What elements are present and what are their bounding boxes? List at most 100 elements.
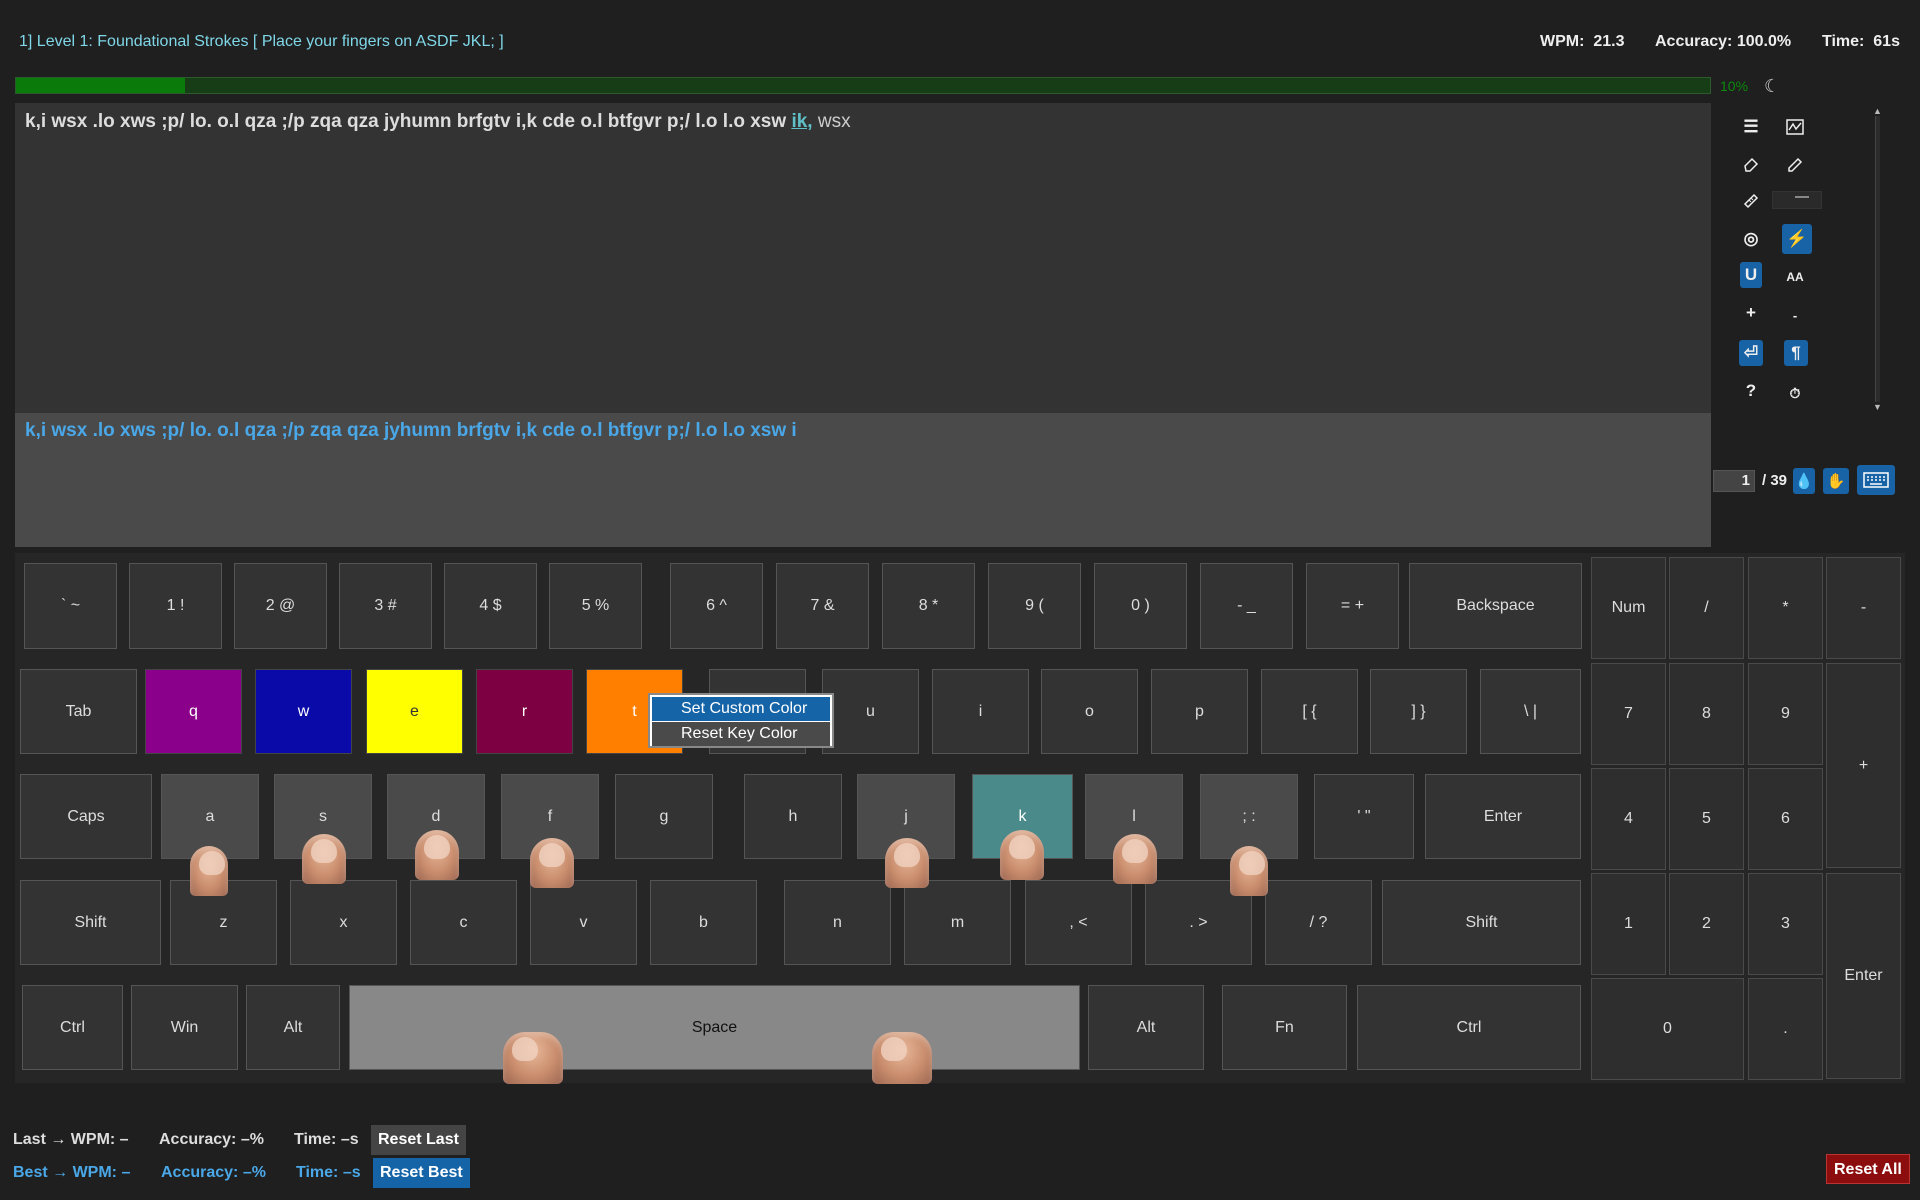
key-ctrl[interactable]: Ctrl — [1357, 985, 1581, 1070]
reset-last-button[interactable]: Reset Last — [371, 1125, 466, 1155]
key-q[interactable]: q — [145, 669, 242, 754]
numpad-key-sym[interactable]: . — [1748, 978, 1823, 1080]
key-b[interactable]: b — [650, 880, 757, 965]
key-p[interactable]: p — [1151, 669, 1248, 754]
key-m[interactable]: m — [904, 880, 1011, 965]
typing-input-panel[interactable]: k,i wsx .lo xws ;p/ lo. o.l qza ;/p zqa … — [15, 413, 1711, 547]
progress-fill — [16, 78, 186, 93]
numpad-key-8[interactable]: 8 — [1669, 663, 1744, 765]
return-icon[interactable]: ⏎ — [1739, 340, 1763, 366]
numpad-key-4[interactable]: 4 — [1591, 768, 1666, 870]
key-sym[interactable]: = + — [1306, 563, 1399, 649]
key-c[interactable]: c — [410, 880, 517, 965]
key-shift[interactable]: Shift — [1382, 880, 1581, 965]
key-sym[interactable]: - _ — [1200, 563, 1293, 649]
underline-toggle[interactable]: U — [1740, 262, 1762, 288]
left-thumb-icon — [503, 1032, 563, 1084]
toolbar-scrollbar[interactable]: ▲ ▼ — [1871, 106, 1883, 412]
numpad-key-7[interactable]: 7 — [1591, 663, 1666, 765]
zoom-out-button[interactable]: - — [1782, 302, 1808, 328]
scroll-down-arrow[interactable]: ▼ — [1873, 402, 1882, 412]
key-o[interactable]: o — [1041, 669, 1138, 754]
key-sym[interactable]: \ | — [1480, 669, 1581, 754]
key-sym[interactable]: / ? — [1265, 880, 1372, 965]
theme-moon-icon[interactable]: ☾ — [1764, 76, 1780, 97]
key-i[interactable]: i — [932, 669, 1029, 754]
numpad-key-3[interactable]: 3 — [1748, 873, 1823, 975]
key-3[interactable]: 3 # — [339, 563, 432, 649]
reset-key-color-item[interactable]: Reset Key Color — [652, 722, 830, 746]
key-4[interactable]: 4 $ — [444, 563, 537, 649]
key-0[interactable]: 0 ) — [1094, 563, 1187, 649]
pilcrow-icon[interactable]: ¶ — [1784, 340, 1808, 366]
numpad-key-2[interactable]: 2 — [1669, 873, 1744, 975]
help-button[interactable]: ? — [1738, 378, 1764, 404]
key-space[interactable]: Space — [349, 985, 1080, 1070]
shuffle-icon[interactable] — [1782, 114, 1808, 140]
key-sym[interactable]: ` ~ — [24, 563, 117, 649]
key-x[interactable]: x — [290, 880, 397, 965]
last-wpm: Last → WPM: – — [13, 1131, 129, 1148]
timer-icon[interactable]: ⏱ — [1782, 380, 1808, 406]
reset-all-button[interactable]: Reset All — [1826, 1154, 1910, 1184]
key-v[interactable]: v — [530, 880, 637, 965]
lightning-icon[interactable]: ⚡ — [1782, 224, 1812, 254]
numpad-key-sym[interactable]: * — [1748, 557, 1823, 659]
numpad-key-sym[interactable]: + — [1826, 663, 1901, 868]
numpad-key-num[interactable]: Num — [1591, 557, 1666, 659]
key-sym[interactable]: ' " — [1314, 774, 1414, 859]
key-caps[interactable]: Caps — [20, 774, 152, 859]
key-enter[interactable]: Enter — [1425, 774, 1581, 859]
key-shift[interactable]: Shift — [20, 880, 161, 965]
key-r[interactable]: r — [476, 669, 573, 754]
key-9[interactable]: 9 ( — [988, 563, 1081, 649]
ruler-icon[interactable] — [1738, 188, 1764, 214]
key-fn[interactable]: Fn — [1222, 985, 1347, 1070]
last-time: Time: –s — [294, 1131, 359, 1148]
numpad-key-sym[interactable]: - — [1826, 557, 1901, 659]
key-g[interactable]: g — [615, 774, 713, 859]
page-number-input[interactable]: 1 — [1713, 470, 1755, 492]
eraser-icon[interactable] — [1738, 151, 1764, 177]
pencil-icon[interactable] — [1782, 151, 1808, 177]
numpad-key-1[interactable]: 1 — [1591, 873, 1666, 975]
numpad-key-6[interactable]: 6 — [1748, 768, 1823, 870]
key-sym[interactable]: ] } — [1370, 669, 1467, 754]
key-sym[interactable]: [ { — [1261, 669, 1358, 754]
key-backspace[interactable]: Backspace — [1409, 563, 1582, 649]
key-1[interactable]: 1 ! — [129, 563, 222, 649]
font-size-icon[interactable]: AA — [1782, 264, 1808, 290]
key-alt[interactable]: Alt — [1088, 985, 1204, 1070]
key-u[interactable]: u — [822, 669, 919, 754]
hand-icon[interactable]: ✋ — [1823, 468, 1849, 494]
numpad-key-sym[interactable]: / — [1669, 557, 1744, 659]
scroll-track[interactable] — [1875, 116, 1880, 402]
key-win[interactable]: Win — [131, 985, 238, 1070]
numpad-key-0[interactable]: 0 — [1591, 978, 1744, 1080]
numpad-key-9[interactable]: 9 — [1748, 663, 1823, 765]
key-e[interactable]: e — [366, 669, 463, 754]
key-tab[interactable]: Tab — [20, 669, 137, 754]
key-w[interactable]: w — [255, 669, 352, 754]
reset-best-button[interactable]: Reset Best — [373, 1158, 470, 1188]
drop-icon[interactable]: 💧 — [1793, 468, 1815, 494]
scroll-up-arrow[interactable]: ▲ — [1873, 106, 1882, 116]
key-2[interactable]: 2 @ — [234, 563, 327, 649]
key-n[interactable]: n — [784, 880, 891, 965]
numpad-key-5[interactable]: 5 — [1669, 768, 1744, 870]
zoom-in-button[interactable]: + — [1738, 300, 1764, 326]
key-7[interactable]: 7 & — [776, 563, 869, 649]
key-sym[interactable]: , < — [1025, 880, 1132, 965]
key-h[interactable]: h — [744, 774, 842, 859]
key-8[interactable]: 8 * — [882, 563, 975, 649]
target-icon[interactable]: ◎ — [1738, 226, 1764, 252]
set-custom-color-item[interactable]: Set Custom Color — [652, 697, 830, 721]
numpad-key-enter[interactable]: Enter — [1826, 873, 1901, 1079]
keyboard-icon[interactable] — [1857, 465, 1895, 495]
key-alt[interactable]: Alt — [246, 985, 340, 1070]
line-width-slider[interactable] — [1772, 191, 1822, 209]
menu-icon[interactable]: ☰ — [1738, 114, 1764, 140]
key-ctrl[interactable]: Ctrl — [22, 985, 123, 1070]
key-5[interactable]: 5 % — [549, 563, 642, 649]
key-6[interactable]: 6 ^ — [670, 563, 763, 649]
